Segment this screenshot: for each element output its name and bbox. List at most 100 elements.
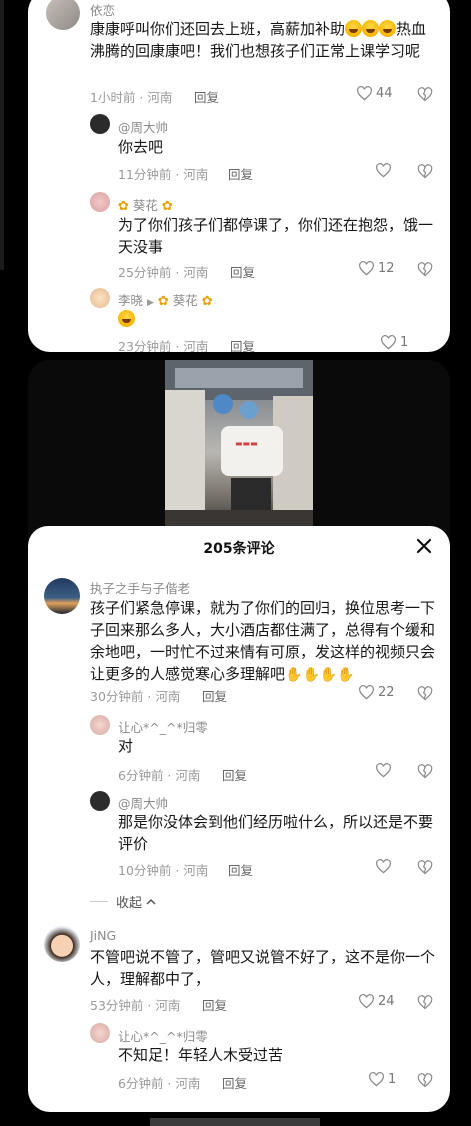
heart-icon	[357, 86, 372, 101]
laughing-emoji-icon	[345, 20, 363, 37]
avatar[interactable]	[90, 1023, 110, 1043]
reply-button[interactable]: 回复	[222, 765, 247, 784]
reply-text	[118, 308, 135, 330]
video-thumbnail[interactable]: ▬▬▬	[165, 360, 313, 528]
like-count: 1	[388, 1072, 397, 1087]
reply-time: 10分钟前 · 河南	[118, 863, 209, 878]
avatar[interactable]	[44, 926, 80, 962]
comment-time: 1小时前 · 河南	[90, 90, 173, 105]
like-button[interactable]	[375, 859, 395, 874]
reply-button[interactable]: 回复	[222, 1073, 247, 1092]
like-count: 1	[400, 335, 409, 350]
heart-icon	[376, 163, 391, 178]
dislike-button[interactable]	[417, 1073, 433, 1088]
bus-interior-image: ▬▬▬	[165, 360, 313, 528]
heart-icon	[359, 685, 374, 700]
comment-card-top: 依恋 康康呼叫你们还回去上班，高薪加补助 热血沸腾的回康康吧！我们也想孩子们正常上…	[28, 0, 450, 352]
heart-icon	[359, 261, 374, 276]
laughing-emoji-icon	[118, 310, 135, 327]
collapse-replies-button[interactable]: 收起	[90, 892, 157, 911]
next-video-preview[interactable]	[150, 1118, 320, 1126]
dislike-button[interactable]	[417, 87, 433, 102]
like-count: 24	[378, 994, 395, 1009]
dislike-heart-icon	[417, 764, 433, 779]
reply-time: 11分钟前 · 河南	[118, 167, 209, 182]
like-button[interactable]: 22	[358, 685, 395, 700]
reply-button[interactable]: 回复	[228, 164, 253, 183]
reply-text: 对	[118, 737, 134, 755]
laughing-emoji-icon	[379, 20, 397, 37]
heart-icon	[376, 763, 391, 778]
like-button[interactable]: 24	[358, 994, 395, 1009]
sunflower-icon: ✿	[157, 294, 169, 309]
chevron-up-icon	[146, 898, 156, 905]
reply-button[interactable]: 回复	[228, 860, 253, 879]
reply-username[interactable]: @周大帅	[118, 117, 168, 136]
heart-icon	[381, 335, 396, 350]
dislike-heart-icon	[417, 1073, 433, 1088]
like-count: 22	[378, 685, 395, 700]
dislike-button[interactable]	[417, 262, 433, 277]
heart-icon	[359, 994, 374, 1009]
reply-button[interactable]: 回复	[230, 336, 255, 352]
comment-text: 康康呼叫你们还回去上班，高薪加补助 热血沸腾的回康康吧！我们也想孩子们正常上课学习…	[90, 20, 427, 60]
dislike-heart-icon	[417, 686, 433, 701]
close-icon	[416, 538, 432, 554]
comment-username[interactable]: 执子之手与子偕老	[90, 578, 190, 597]
avatar[interactable]	[46, 0, 80, 30]
dislike-button[interactable]	[417, 764, 433, 779]
reply-time: 6分钟前 · 河南	[118, 768, 201, 783]
pray-emoji-icon: ✋✋✋✋	[285, 667, 355, 683]
reply-text: 你去吧	[118, 138, 164, 156]
dislike-button[interactable]	[417, 995, 433, 1010]
close-button[interactable]	[414, 536, 434, 556]
reply-text: 为了你们孩子们都停课了，你们还在抱怨，饿一天没事	[118, 216, 434, 256]
reply-button[interactable]: 回复	[230, 262, 255, 281]
reply-username[interactable]: 让心*^_^*归零	[118, 717, 208, 736]
dislike-button[interactable]	[417, 164, 433, 179]
reply-text: 那是你没体会到他们经历啦什么，所以还是不要评价	[118, 813, 434, 853]
dislike-button[interactable]	[417, 860, 433, 875]
dislike-heart-icon	[417, 995, 433, 1010]
comment-text: 孩子们紧急停课，就为了你们的回归，换位思考一下子回来那么多人，大小酒店都住满了，…	[90, 599, 436, 683]
comment-time: 30分钟前 · 河南	[90, 689, 181, 704]
dislike-heart-icon	[417, 164, 433, 179]
avatar[interactable]	[90, 114, 110, 134]
avatar[interactable]	[90, 192, 110, 212]
heart-icon	[376, 859, 391, 874]
like-button[interactable]: 12	[358, 261, 395, 276]
dislike-heart-icon	[417, 860, 433, 875]
like-button[interactable]: 44	[356, 86, 393, 101]
reply-text: 不知足！年轻人木受过苦	[118, 1046, 284, 1064]
like-button[interactable]	[375, 763, 395, 778]
reply-button[interactable]: 回复	[202, 995, 227, 1014]
reply-button[interactable]: 回复	[194, 87, 219, 106]
comment-text: 不管吧说不管了，管吧又说管不好了，这不是你一个人，理解都中了，	[90, 948, 436, 988]
reply-time: 6分钟前 · 河南	[118, 1076, 201, 1091]
avatar[interactable]	[90, 791, 110, 811]
avatar[interactable]	[90, 288, 110, 308]
like-button[interactable]: 1	[368, 1072, 396, 1087]
reply-username[interactable]: ✿ 葵花 ✿	[118, 195, 173, 214]
avatar[interactable]	[44, 578, 80, 614]
reply-time: 25分钟前 · 河南	[118, 265, 209, 280]
comment-username[interactable]: JiNG	[90, 928, 116, 943]
sunflower-icon: ✿	[161, 199, 173, 214]
reply-time: 23分钟前 · 河南	[118, 339, 209, 352]
heart-icon	[369, 1072, 384, 1087]
comments-header: 205条评论	[28, 526, 450, 566]
dislike-heart-icon	[417, 87, 433, 102]
like-button[interactable]	[375, 163, 395, 178]
comment-username[interactable]: 依恋	[90, 0, 115, 19]
divider	[90, 901, 108, 902]
reply-username[interactable]: 让心*^_^*归零	[118, 1026, 208, 1045]
dislike-button[interactable]	[417, 686, 433, 701]
reply-username[interactable]: 李晓 ▶ ✿ 葵花 ✿	[118, 290, 213, 309]
comments-count-title: 205条评论	[203, 541, 275, 557]
scrollbar[interactable]	[0, 0, 4, 270]
reply-button[interactable]: 回复	[202, 686, 227, 705]
reply-username[interactable]: @周大帅	[118, 793, 168, 812]
like-button[interactable]: 1	[380, 335, 408, 350]
laughing-emoji-icon	[362, 20, 380, 37]
avatar[interactable]	[90, 715, 110, 735]
